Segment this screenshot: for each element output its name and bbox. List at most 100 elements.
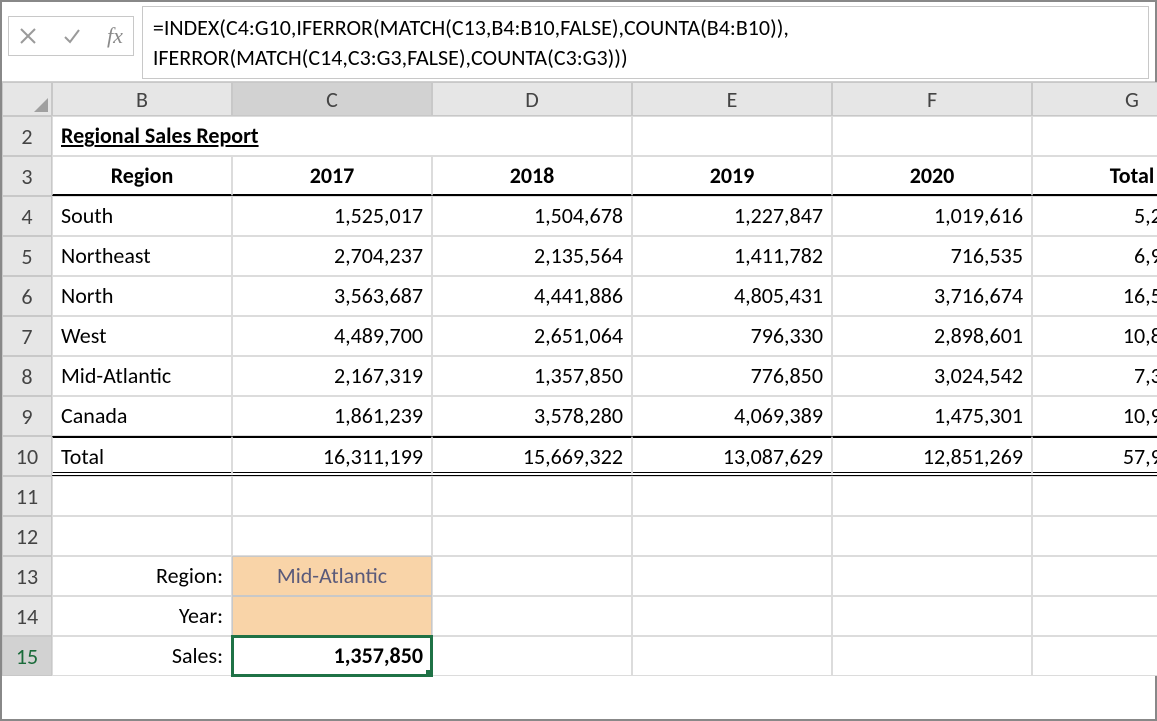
cell[interactable] bbox=[1032, 516, 1157, 556]
cell-value[interactable]: 4,069,389 bbox=[632, 396, 832, 436]
cell[interactable] bbox=[432, 516, 632, 556]
cell[interactable] bbox=[1032, 636, 1157, 676]
cell-value[interactable]: 2,704,237 bbox=[232, 236, 432, 276]
cell-value[interactable]: 1,525,017 bbox=[232, 196, 432, 236]
cell[interactable] bbox=[832, 556, 1032, 596]
cell[interactable] bbox=[1032, 116, 1157, 156]
col-header-D[interactable]: D bbox=[432, 82, 632, 116]
cell[interactable] bbox=[832, 516, 1032, 556]
cell[interactable] bbox=[832, 596, 1032, 636]
col-header-C[interactable]: C bbox=[232, 82, 432, 116]
total-value[interactable]: 15,669,322 bbox=[432, 436, 632, 476]
cell[interactable] bbox=[632, 636, 832, 676]
cell[interactable] bbox=[432, 596, 632, 636]
row-header-10[interactable]: 10 bbox=[2, 436, 52, 476]
lookup-year-label[interactable]: Year: bbox=[52, 596, 232, 636]
total-label[interactable]: Total bbox=[52, 436, 232, 476]
cell-value[interactable]: 6,968,118 bbox=[1032, 236, 1157, 276]
cell[interactable] bbox=[52, 516, 232, 556]
cancel-icon[interactable] bbox=[15, 23, 41, 49]
col-header-G[interactable]: G bbox=[1032, 82, 1157, 116]
cell-value[interactable]: 4,489,700 bbox=[232, 316, 432, 356]
cell-value[interactable]: 16,527,678 bbox=[1032, 276, 1157, 316]
fx-button[interactable]: fx bbox=[103, 23, 127, 49]
cell-value[interactable]: 796,330 bbox=[632, 316, 832, 356]
lookup-region-label[interactable]: Region: bbox=[52, 556, 232, 596]
cell-value[interactable]: 3,563,687 bbox=[232, 276, 432, 316]
cell-value[interactable]: 4,805,431 bbox=[632, 276, 832, 316]
cell[interactable] bbox=[632, 476, 832, 516]
header-2017[interactable]: 2017 bbox=[232, 156, 432, 196]
cell[interactable] bbox=[432, 636, 632, 676]
cell-value[interactable]: 3,716,674 bbox=[832, 276, 1032, 316]
cell[interactable] bbox=[632, 116, 832, 156]
total-value[interactable]: 13,087,629 bbox=[632, 436, 832, 476]
cell-region[interactable]: Northeast bbox=[52, 236, 232, 276]
cell-region[interactable]: North bbox=[52, 276, 232, 316]
formula-input[interactable]: =INDEX(C4:G10,IFERROR(MATCH(C13,B4:B10,F… bbox=[142, 6, 1149, 79]
header-2018[interactable]: 2018 bbox=[432, 156, 632, 196]
col-header-F[interactable]: F bbox=[832, 82, 1032, 116]
header-region[interactable]: Region bbox=[52, 156, 232, 196]
cell[interactable] bbox=[432, 116, 632, 156]
cell-value[interactable]: 1,861,239 bbox=[232, 396, 432, 436]
lookup-sales-label[interactable]: Sales: bbox=[52, 636, 232, 676]
cell[interactable] bbox=[232, 516, 432, 556]
cell-value[interactable]: 10,984,209 bbox=[1032, 396, 1157, 436]
cell-value[interactable]: 5,277,158 bbox=[1032, 196, 1157, 236]
cell[interactable] bbox=[1032, 476, 1157, 516]
cell[interactable] bbox=[232, 476, 432, 516]
report-title[interactable]: Regional Sales Report bbox=[52, 116, 432, 156]
row-header-3[interactable]: 3 bbox=[2, 156, 52, 196]
cell[interactable] bbox=[632, 596, 832, 636]
lookup-sales-result[interactable]: 1,357,850 bbox=[232, 636, 432, 676]
total-value[interactable]: 57,919,419 bbox=[1032, 436, 1157, 476]
row-header-11[interactable]: 11 bbox=[2, 476, 52, 516]
lookup-year-input[interactable] bbox=[232, 596, 432, 636]
col-header-E[interactable]: E bbox=[632, 82, 832, 116]
cell-value[interactable]: 2,898,601 bbox=[832, 316, 1032, 356]
header-2020[interactable]: 2020 bbox=[832, 156, 1032, 196]
enter-icon[interactable] bbox=[59, 23, 85, 49]
cell[interactable] bbox=[1032, 556, 1157, 596]
row-header-6[interactable]: 6 bbox=[2, 276, 52, 316]
cell-value[interactable]: 3,578,280 bbox=[432, 396, 632, 436]
row-header-5[interactable]: 5 bbox=[2, 236, 52, 276]
col-header-B[interactable]: B bbox=[52, 82, 232, 116]
cell-value[interactable]: 7,326,561 bbox=[1032, 356, 1157, 396]
cell-value[interactable]: 2,135,564 bbox=[432, 236, 632, 276]
cell[interactable] bbox=[832, 476, 1032, 516]
row-header-15[interactable]: 15 bbox=[2, 636, 52, 676]
row-header-2[interactable]: 2 bbox=[2, 116, 52, 156]
total-value[interactable]: 16,311,199 bbox=[232, 436, 432, 476]
cell-region[interactable]: West bbox=[52, 316, 232, 356]
row-header-13[interactable]: 13 bbox=[2, 556, 52, 596]
cell-value[interactable]: 776,850 bbox=[632, 356, 832, 396]
lookup-region-input[interactable]: Mid-Atlantic bbox=[232, 556, 432, 596]
cell-region[interactable]: Canada bbox=[52, 396, 232, 436]
cell-value[interactable]: 1,504,678 bbox=[432, 196, 632, 236]
row-header-14[interactable]: 14 bbox=[2, 596, 52, 636]
cell-value[interactable]: 1,019,616 bbox=[832, 196, 1032, 236]
cell-region[interactable]: South bbox=[52, 196, 232, 236]
cell-value[interactable]: 1,227,847 bbox=[632, 196, 832, 236]
cell[interactable] bbox=[52, 476, 232, 516]
select-all-corner[interactable] bbox=[2, 82, 52, 116]
spreadsheet-grid[interactable]: B C D E F G 2 Regional Sales Report 3 Re… bbox=[2, 82, 1155, 676]
header-total[interactable]: Total bbox=[1032, 156, 1157, 196]
cell-value[interactable]: 1,411,782 bbox=[632, 236, 832, 276]
cell-value[interactable]: 716,535 bbox=[832, 236, 1032, 276]
total-value[interactable]: 12,851,269 bbox=[832, 436, 1032, 476]
cell-value[interactable]: 3,024,542 bbox=[832, 356, 1032, 396]
cell[interactable] bbox=[832, 116, 1032, 156]
cell[interactable] bbox=[632, 556, 832, 596]
cell-value[interactable]: 2,651,064 bbox=[432, 316, 632, 356]
cell[interactable] bbox=[432, 476, 632, 516]
row-header-4[interactable]: 4 bbox=[2, 196, 52, 236]
cell-value[interactable]: 10,835,695 bbox=[1032, 316, 1157, 356]
cell[interactable] bbox=[1032, 596, 1157, 636]
row-header-9[interactable]: 9 bbox=[2, 396, 52, 436]
cell-value[interactable]: 1,475,301 bbox=[832, 396, 1032, 436]
cell-value[interactable]: 1,357,850 bbox=[432, 356, 632, 396]
row-header-12[interactable]: 12 bbox=[2, 516, 52, 556]
